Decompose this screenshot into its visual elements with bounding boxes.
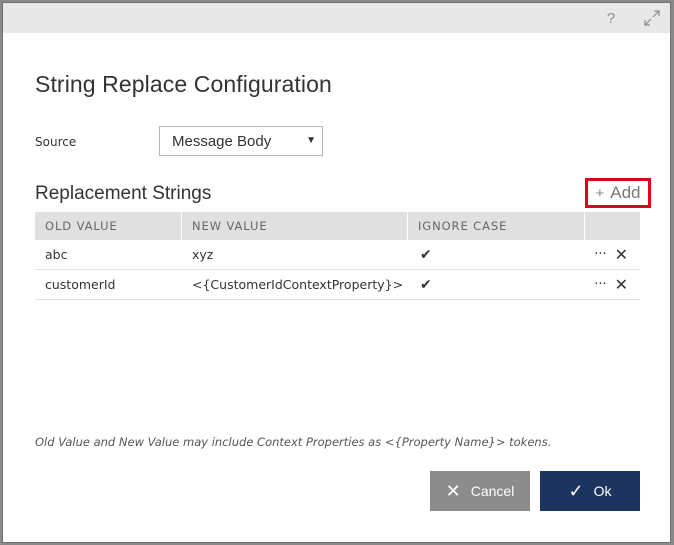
row-actions: ··· ✕	[585, 245, 640, 264]
source-select[interactable]: Message Body ▼	[159, 126, 323, 156]
replacement-strings-table: OLD VALUE NEW VALUE IGNORE CASE abc xyz …	[35, 212, 640, 300]
add-button[interactable]: + Add	[585, 178, 651, 208]
close-icon[interactable]: ✕	[615, 275, 628, 294]
source-selected-value: Message Body	[172, 132, 272, 150]
column-header-actions	[585, 212, 640, 240]
column-header-new-value: NEW VALUE	[182, 212, 408, 240]
old-value-cell: abc	[45, 247, 68, 262]
new-value-cell: <{CustomerIdContextProperty}>	[192, 277, 404, 292]
dialog-title: String Replace Configuration	[35, 71, 332, 97]
column-header-old-value: OLD VALUE	[35, 212, 182, 240]
replacement-strings-title: Replacement Strings	[35, 183, 212, 204]
source-label: Source	[35, 135, 77, 149]
help-icon[interactable]: ?	[599, 7, 623, 29]
ok-button[interactable]: ✓ Ok	[540, 471, 640, 511]
table-row: customerId <{CustomerIdContextProperty}>…	[35, 270, 640, 300]
table-row: abc xyz ✔ ··· ✕	[35, 240, 640, 270]
checkmark-icon: ✓	[568, 480, 584, 501]
string-replace-dialog: ? String Replace Configuration Source Me…	[3, 3, 670, 542]
add-button-label: Add	[610, 183, 641, 202]
close-icon: ✕	[445, 480, 461, 501]
more-icon[interactable]: ···	[594, 277, 606, 292]
close-icon[interactable]: ✕	[615, 245, 628, 264]
column-header-ignore-case: IGNORE CASE	[408, 212, 585, 240]
cancel-button-label: Cancel	[470, 483, 515, 499]
dialog-titlebar: ?	[3, 3, 670, 33]
ok-button-label: Ok	[593, 483, 612, 499]
plus-icon: +	[595, 184, 605, 202]
context-properties-note: Old Value and New Value may include Cont…	[35, 435, 552, 449]
table-header: OLD VALUE NEW VALUE IGNORE CASE	[35, 212, 640, 240]
row-actions: ··· ✕	[585, 275, 640, 294]
checkmark-icon: ✔	[420, 276, 432, 293]
chevron-down-icon: ▼	[306, 135, 316, 146]
cancel-button[interactable]: ✕ Cancel	[430, 471, 530, 511]
more-icon[interactable]: ···	[594, 247, 606, 262]
old-value-cell: customerId	[45, 277, 116, 292]
new-value-cell: xyz	[192, 247, 214, 262]
checkmark-icon: ✔	[420, 246, 432, 263]
expand-icon[interactable]	[640, 7, 664, 29]
